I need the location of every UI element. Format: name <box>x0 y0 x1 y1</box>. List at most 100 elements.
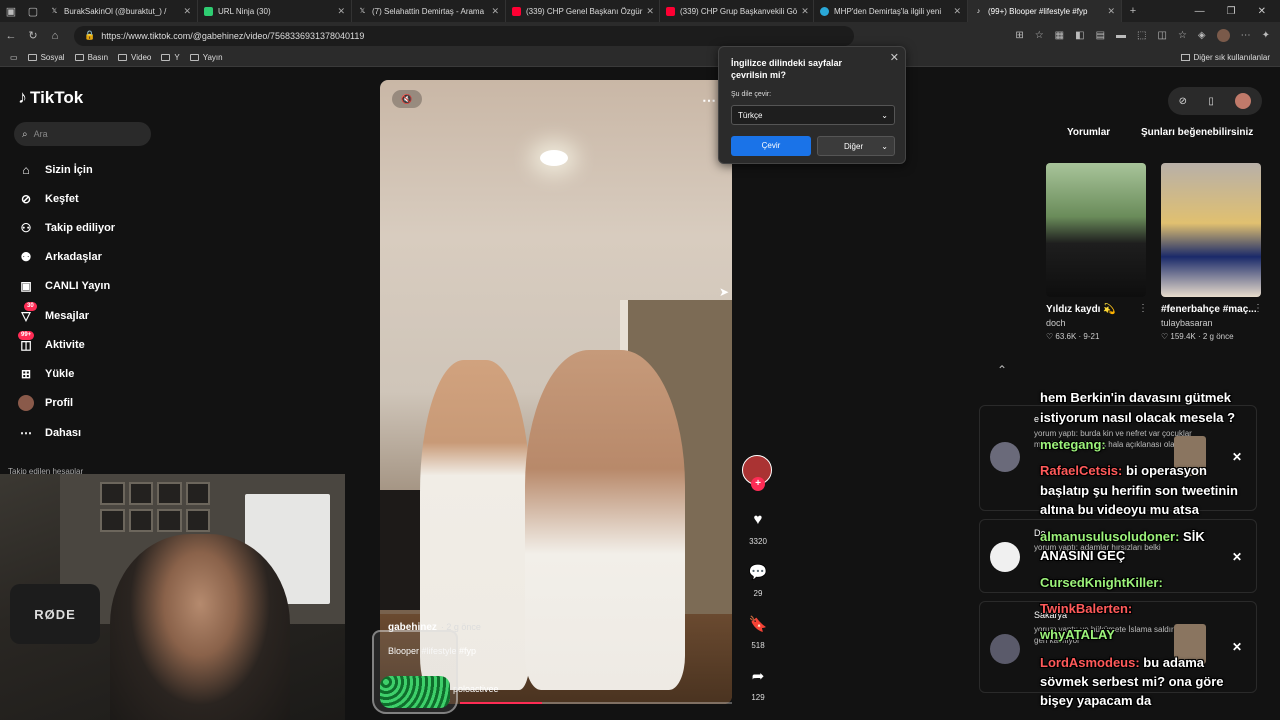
like-button[interactable]: ♥ 3320 <box>742 511 774 546</box>
maximize-icon[interactable]: ❐ <box>1227 6 1236 17</box>
sidebar-item-more[interactable]: ⋯ Dahası <box>18 425 81 441</box>
bookmark-folder[interactable]: Yayın <box>189 53 223 62</box>
sidebar-item-profile[interactable]: Profil <box>18 395 73 411</box>
close-tab-icon[interactable]: ✕ <box>642 6 654 17</box>
save-button[interactable]: 🔖 518 <box>742 615 774 650</box>
new-tab-icon[interactable]: + <box>1122 5 1144 17</box>
more-options-icon[interactable]: ⋯ <box>702 92 716 109</box>
share-button[interactable]: ➦ 129 <box>742 667 774 702</box>
translate-icon[interactable]: ⊞ <box>1015 30 1023 41</box>
user-avatar[interactable] <box>1235 93 1252 109</box>
chat-line: sövmek serbest mi? ona göre <box>1040 674 1224 689</box>
more-options-icon[interactable]: ⋮ <box>1138 303 1148 314</box>
bookmark-folder[interactable]: Sosyal <box>27 53 65 62</box>
more-options-button[interactable]: Diğer ⌄ <box>817 136 895 156</box>
tab-you-may-like[interactable]: Şunları beğenebilirsiniz <box>1141 127 1253 138</box>
more-options-icon[interactable]: ⋮ <box>1253 303 1263 314</box>
browser-tab[interactable]: (339) CHP Genel Başkanı Özgür ✕ <box>506 0 660 22</box>
sidebar-item-activity[interactable]: ◫ 99+ Aktivite <box>18 331 85 353</box>
video-player[interactable] <box>380 80 732 704</box>
video-progress-bar[interactable] <box>460 702 732 704</box>
other-favorites[interactable]: Diğer sık kullanılanlar <box>1180 53 1280 62</box>
chat-line: TwinkBalerten: <box>1040 601 1133 616</box>
workspaces-icon[interactable]: ▣ <box>0 5 22 18</box>
home-browser-icon[interactable]: ⌂ <box>44 30 66 42</box>
tab-actions-icon[interactable]: ▢ <box>22 5 44 18</box>
coins-icon[interactable]: ⊘ <box>1179 96 1187 107</box>
menu-dots-icon[interactable]: ⋯ <box>1241 30 1251 41</box>
close-tab-icon[interactable]: ✕ <box>1103 6 1115 17</box>
sidebar-item-friends[interactable]: ⚉ Arkadaşlar <box>18 249 102 265</box>
extension-icon[interactable]: ⬚ <box>1137 30 1146 41</box>
extension-icon[interactable]: ▦ <box>1055 30 1064 41</box>
close-window-icon[interactable]: ✕ <box>1258 6 1266 17</box>
sidebar-item-explore[interactable]: ⊘ Keşfet <box>18 191 79 207</box>
split-screen-icon[interactable]: ◫ <box>1157 30 1166 41</box>
profile-avatar[interactable] <box>1216 29 1230 42</box>
tiktok-sidebar: ♪ TikTok ⌕ Ara ⌂ Sizin İçin ⊘ Keşfet ⚇ Takip … <box>0 67 160 487</box>
window-controls: — ❐ ✕ <box>1195 6 1280 17</box>
bookmark-folder[interactable]: Y <box>161 53 180 62</box>
tiktok-logo[interactable]: ♪ TikTok <box>18 87 83 108</box>
translate-button[interactable]: Çevir <box>731 136 811 156</box>
search-input[interactable]: ⌕ Ara <box>14 122 151 146</box>
close-tab-icon[interactable]: ✕ <box>797 6 809 17</box>
follow-plus-icon[interactable]: + <box>751 477 765 491</box>
refresh-icon[interactable]: ↻ <box>22 29 44 42</box>
volume-icon[interactable]: 🔇 <box>392 90 422 108</box>
collections-icon[interactable]: ◈ <box>1198 30 1206 41</box>
close-icon[interactable]: ✕ <box>890 51 899 64</box>
browser-tab[interactable]: URL Ninja (30) ✕ <box>198 0 352 22</box>
sidebar-item-for-you[interactable]: ⌂ Sizin İçin <box>18 162 92 178</box>
chat-line: metegang: <box>1040 437 1106 452</box>
browser-tab[interactable]: MHP'den Demirtaş'la ilgili yeni ✕ <box>814 0 968 22</box>
bookmark-icon: 🔖 <box>748 616 768 633</box>
device-icon[interactable]: ▯ <box>1208 96 1214 107</box>
close-icon[interactable]: ✕ <box>1232 450 1242 464</box>
recommendation-card[interactable]: Yıldız kaydı 💫 doch ♡ 63.6K · 9-21 ⋮ <box>1046 163 1148 341</box>
folder-icon <box>27 54 37 61</box>
language-select[interactable]: Türkçe ⌄ <box>731 105 895 125</box>
extension-icon[interactable]: ▤ <box>1096 30 1105 41</box>
extension-icon[interactable]: ▬ <box>1116 30 1126 41</box>
favorite-star-icon[interactable]: ☆ <box>1035 30 1044 41</box>
close-icon[interactable]: ✕ <box>1232 550 1242 564</box>
copilot-icon[interactable]: ✦ <box>1262 30 1270 41</box>
sidebar-item-live[interactable]: ▣ CANLI Yayın <box>18 278 110 294</box>
recommendation-card[interactable]: #fenerbahçe #maç... tulaybasaran ♡ 159.4… <box>1161 163 1263 341</box>
notification-avatar <box>990 542 1020 572</box>
sidebar-item-upload[interactable]: ⊞ Yükle <box>18 366 74 382</box>
live-icon: ▣ <box>20 279 32 293</box>
share-icon: ➦ <box>751 668 765 685</box>
url-field[interactable]: 🔒 https://www.tiktok.com/@gabehinez/video… <box>74 25 854 46</box>
bookmarks-icon[interactable]: ▭ <box>10 53 18 62</box>
sidebar-item-following[interactable]: ⚇ Takip ediliyor <box>18 220 115 236</box>
sidebar-item-messages[interactable]: ▽ 30 Mesajlar <box>18 302 89 324</box>
picture-frames <box>100 482 210 532</box>
coin-jar-overlay <box>372 630 458 714</box>
close-tab-icon[interactable]: ✕ <box>179 6 191 17</box>
chat-line: whyATALAY <box>1040 627 1115 642</box>
bookmark-folder[interactable]: Basın <box>74 53 108 62</box>
close-tab-icon[interactable]: ✕ <box>487 6 499 17</box>
bookmark-folder[interactable]: Video <box>118 53 151 62</box>
video-thumbnail <box>1046 163 1146 297</box>
browser-tab[interactable]: 𝕏 (7) Selahattin Demirtaş - Arama ✕ <box>352 0 506 22</box>
browser-tab-active[interactable]: ♪ (99+) Blooper #lifestyle #fyp ✕ <box>968 0 1122 22</box>
browser-tab[interactable]: (339) CHP Grup Başkanvekili Gö ✕ <box>660 0 814 22</box>
close-icon[interactable]: ✕ <box>1232 640 1242 654</box>
folder-icon <box>189 54 199 61</box>
minimize-icon[interactable]: — <box>1195 6 1205 17</box>
microphone: RØDE <box>10 584 100 644</box>
chevron-up-icon[interactable]: ⌃ <box>997 363 1007 377</box>
tab-comments[interactable]: Yorumlar <box>1067 127 1110 138</box>
comment-button[interactable]: 💬 29 <box>742 563 774 598</box>
ceiling-light <box>540 150 568 166</box>
close-tab-icon[interactable]: ✕ <box>333 6 345 17</box>
extension-icons: ⊞ ☆ ▦ ◧ ▤ ▬ ⬚ ◫ ☆ ◈ ⋯ ✦ <box>1015 29 1280 42</box>
extension-icon[interactable]: ◧ <box>1075 30 1084 41</box>
browser-tab[interactable]: 𝕏 BurakSakinOl (@buraktut_) / ✕ <box>44 0 198 22</box>
close-tab-icon[interactable]: ✕ <box>949 6 961 17</box>
back-icon[interactable]: ← <box>0 30 22 42</box>
favorites-icon[interactable]: ☆ <box>1178 30 1187 41</box>
